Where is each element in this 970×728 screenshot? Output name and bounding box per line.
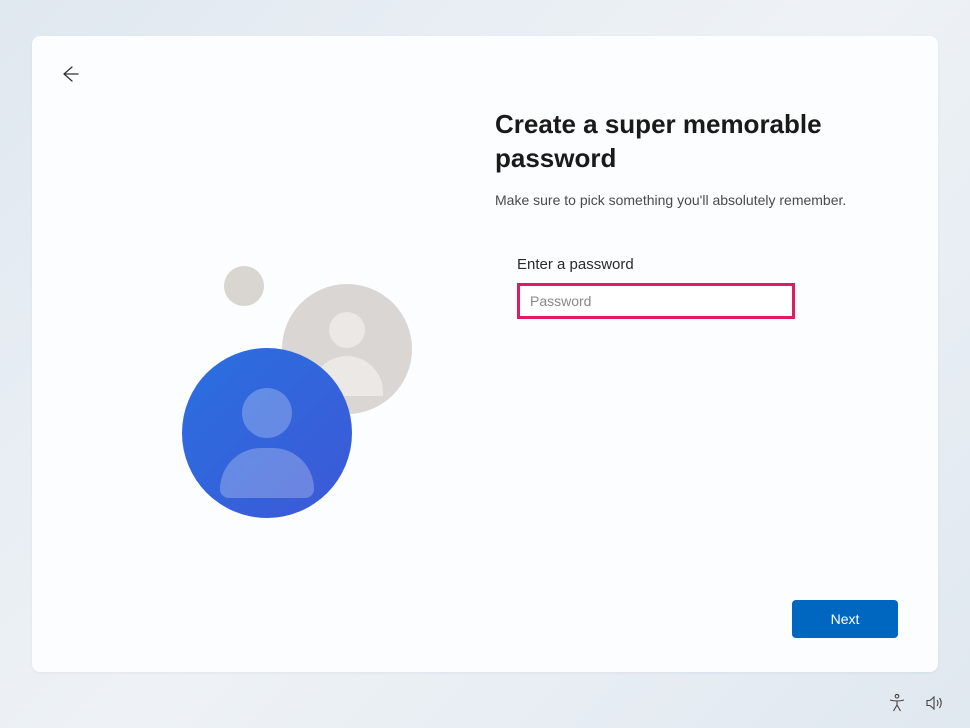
page-heading: Create a super memorable password (495, 108, 875, 176)
password-label: Enter a password (517, 256, 878, 273)
primary-avatar-icon (182, 348, 352, 518)
password-input[interactable] (517, 283, 795, 319)
user-illustration (162, 258, 442, 538)
setup-card: Create a super memorable password Make s… (32, 36, 938, 672)
accessibility-button[interactable] (886, 692, 908, 714)
system-tray (886, 692, 946, 714)
accessibility-icon (887, 693, 907, 713)
decorative-dot (224, 266, 264, 306)
illustration-panel (32, 108, 485, 672)
volume-icon (925, 693, 945, 713)
back-button[interactable] (54, 58, 86, 90)
page-subheading: Make sure to pick something you'll absol… (495, 192, 878, 208)
arrow-left-icon (60, 64, 80, 84)
password-field-group: Enter a password (517, 256, 878, 319)
volume-button[interactable] (924, 692, 946, 714)
form-panel: Create a super memorable password Make s… (485, 108, 938, 672)
next-button[interactable]: Next (792, 600, 898, 638)
content-area: Create a super memorable password Make s… (32, 36, 938, 672)
